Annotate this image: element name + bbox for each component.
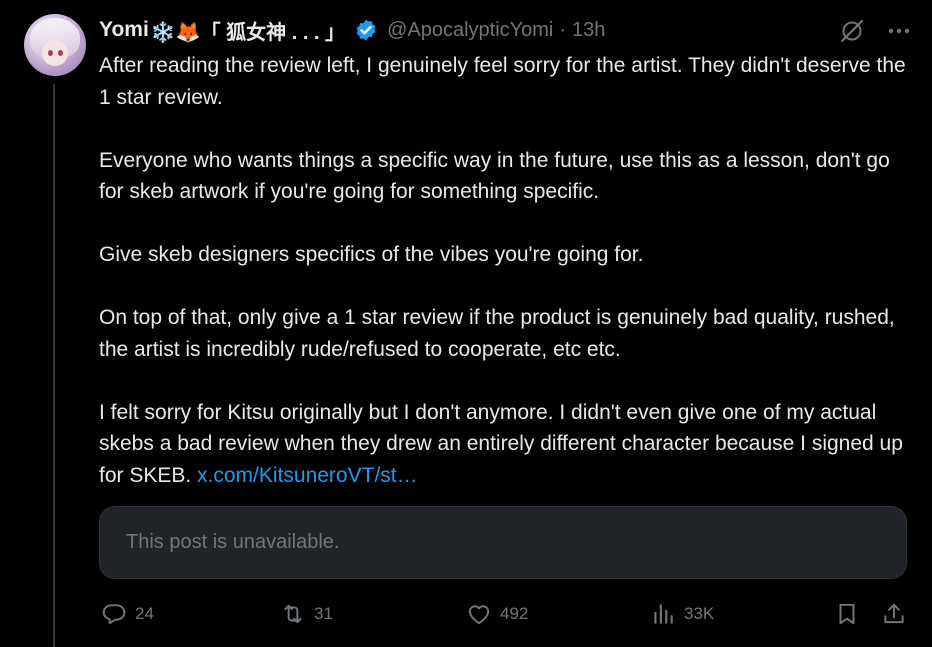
avatar-eye-left: [48, 50, 53, 56]
tweet-paragraph-last: I felt sorry for Kitsu originally but I …: [99, 397, 909, 492]
tweet-paragraph: On top of that, only give a 1 star revie…: [99, 306, 895, 361]
like-button[interactable]: 492: [466, 595, 528, 633]
bookmark-icon: [839, 603, 855, 625]
display-name-emojis[interactable]: ❄️🦊「 狐女神 . . . 」: [151, 16, 345, 45]
avatar[interactable]: [24, 14, 86, 76]
verified-badge-icon[interactable]: [354, 18, 378, 42]
tweet-text: After reading the review left, I genuine…: [99, 50, 909, 491]
repost-button[interactable]: 31: [280, 595, 333, 633]
tweet-paragraph: Everyone who wants things a specific way…: [99, 148, 890, 204]
analytics-icon: [654, 604, 673, 624]
avatar-eye-right: [58, 50, 63, 56]
action-bar: 24 31 492 33K: [99, 595, 911, 633]
avatar-face: [42, 40, 68, 66]
share-icon: [884, 603, 904, 624]
tweet-paragraph: After reading the review left, I genuine…: [99, 54, 906, 109]
reply-icon: [102, 604, 126, 625]
separator-dot: ·: [559, 18, 567, 41]
like-count: 492: [500, 604, 529, 623]
thread-line: [53, 84, 55, 647]
grok-icon[interactable]: [838, 17, 866, 45]
reply-button[interactable]: 24: [101, 595, 154, 633]
repost-icon: [284, 604, 302, 624]
tweet-header: Yomi ❄️🦊「 狐女神 . . . 」 @ApocalypticYomi ·…: [99, 14, 605, 46]
tweet-link[interactable]: x.com/KitsuneroVT/st…: [197, 464, 418, 487]
display-name[interactable]: Yomi: [99, 18, 149, 42]
quoted-post-unavailable: This post is unavailable.: [99, 506, 907, 579]
tweet-paragraph: Give skeb designers specifics of the vib…: [99, 243, 644, 266]
unavailable-message: This post is unavailable.: [126, 531, 340, 553]
bookmark-button[interactable]: [834, 595, 860, 633]
user-handle[interactable]: @ApocalypticYomi: [387, 19, 553, 42]
reply-count: 24: [135, 604, 154, 623]
view-count: 33K: [684, 604, 715, 623]
views-button[interactable]: 33K: [650, 595, 714, 633]
timestamp[interactable]: 13h: [572, 19, 605, 42]
repost-count: 31: [314, 604, 333, 623]
more-options-icon[interactable]: [885, 17, 913, 45]
share-button[interactable]: [881, 595, 907, 633]
heart-icon: [468, 605, 490, 625]
